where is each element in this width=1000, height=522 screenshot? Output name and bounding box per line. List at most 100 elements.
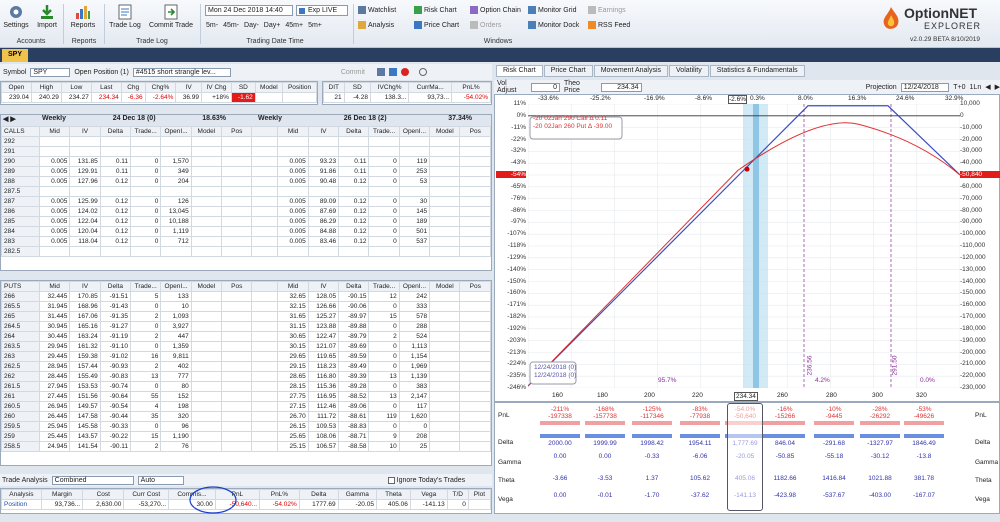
settings-icon[interactable]	[418, 68, 427, 76]
arrow-right-icon[interactable]: ▶	[995, 83, 1000, 91]
price-chart-link[interactable]: Price Chart	[414, 21, 459, 29]
call-cell	[398, 246, 431, 257]
call-cell: 145	[398, 206, 431, 217]
close-icon[interactable]	[400, 68, 409, 76]
reports-button[interactable]: Reports	[68, 4, 98, 29]
analysis-mode-dropdown[interactable]: Combined	[51, 475, 134, 485]
watchlist-link[interactable]: Watchlist	[358, 6, 396, 14]
projection-label: Projection	[865, 83, 897, 91]
tab-movement-analysis[interactable]: Movement Analysis	[593, 65, 669, 77]
table-row[interactable]: 292	[1, 136, 491, 147]
table-row[interactable]: 266 32.445 170.85 -91.51 5 133 32.65 128.05 -90.…	[1, 291, 491, 302]
analysis-link[interactable]: Analysis	[358, 21, 394, 29]
y-right-tick: -60,000	[960, 182, 983, 190]
orders-link[interactable]: Orders	[470, 21, 501, 29]
ignore-trades-checkbox[interactable]: Ignore Today's Trades	[387, 476, 465, 484]
step-45m-back[interactable]: 45m-	[223, 22, 239, 29]
commit-button[interactable]: Commit	[341, 69, 365, 76]
step-5m-forward[interactable]: 5m+	[308, 22, 322, 29]
put-cell	[459, 291, 491, 302]
reports-label: Reports	[70, 22, 96, 29]
table-row[interactable]: 258.5 24.945 141.54 -90.11 2 76 25.15 106.57 -88…	[1, 441, 491, 452]
step-45m-forward[interactable]: 45m+	[285, 22, 303, 29]
put-cell: -90.83	[99, 371, 132, 382]
y-left-tick: -171%	[507, 301, 526, 309]
y-left-tick: -224%	[507, 360, 526, 368]
rss-feed-link[interactable]: RSS Feed	[588, 21, 630, 29]
exp-dropdown[interactable]: Exp LIVE	[296, 5, 348, 16]
spacer-cell	[251, 361, 279, 372]
table-row[interactable]: Position 93,736... 2,630.00 -53,270... 30.00…	[1, 499, 492, 510]
delta-bar	[904, 434, 944, 438]
table-row[interactable]: 285 0.005 122.04 0.12 0 10,188 0.005 86.29 0.12 0…	[1, 216, 491, 227]
projection-date[interactable]: 12/24/2018	[900, 82, 950, 92]
time-step-buttons: 5m- 45m- Day- Day+ 45m+ 5m+	[206, 22, 322, 29]
tab-volatility[interactable]: Volatility	[669, 65, 709, 77]
tab-price-chart[interactable]: Price Chart	[543, 65, 593, 77]
table-row[interactable]: 290 0.005 131.85 0.11 0 1,570 0.005 93.23 0.11 0 1…	[1, 156, 491, 167]
table-row[interactable]: 263 29.445 159.38 -91.02 16 9,811 29.65 119.65-…	[1, 351, 491, 362]
table-row[interactable]: 287.5	[1, 186, 491, 197]
put-cell	[190, 381, 223, 392]
table-row[interactable]: 288 0.005 127.96 0.12 0 204 0.005 90.48 0.12 0 53	[1, 176, 491, 187]
call-cell	[221, 176, 253, 187]
risk-chart-link[interactable]: Risk Chart	[414, 6, 457, 14]
option-chain-link[interactable]: Option Chain	[470, 6, 521, 14]
table-row[interactable]: 265.5 31.945 168.96 -91.43 0 10 32.15 126.66 -90…	[1, 301, 491, 312]
put-cell: 147.58	[69, 411, 101, 422]
theo-price-input[interactable]: 234.34	[600, 82, 642, 92]
step-5m-back[interactable]: 5m-	[206, 22, 218, 29]
zoom-icon[interactable]	[376, 68, 385, 76]
call-cell: 0	[368, 236, 400, 247]
table-row[interactable]: 286 0.005 124.02 0.12 0 13,045 0.005 87.69 0.12 0…	[1, 206, 491, 217]
trade-header: Gamma	[337, 489, 377, 500]
table-row[interactable]: 265 31.445 167.06 -91.35 2 1,093 31.65 125.27 -8…	[1, 311, 491, 322]
earnings-link[interactable]: Earnings	[588, 6, 626, 14]
arrow-left-icon[interactable]: ◀	[985, 83, 990, 91]
vol-adjust-input[interactable]: 0	[530, 82, 560, 92]
chain-nav-arrows[interactable]: ◀ ▶	[1, 115, 39, 126]
tab-statistics[interactable]: Statistics & Fundamentals	[709, 65, 805, 77]
exp-mode-icon	[299, 7, 305, 14]
top-pct-label: 24.6%	[896, 95, 915, 102]
step-day-back[interactable]: Day-	[244, 22, 259, 29]
monitor-dock-link[interactable]: Monitor Dock	[528, 21, 579, 29]
table-row[interactable]: 289 0.005 129.91 0.11 0 349 0.005 91.86 0.11 0 253	[1, 166, 491, 177]
settings-button[interactable]: Settings	[2, 4, 30, 29]
table-row[interactable]: 291	[1, 146, 491, 157]
monitor-grid-link[interactable]: Monitor Grid	[528, 6, 577, 14]
table-row[interactable]: 259 25.445 143.57 -90.22 15 1,190 25.65 108.06-…	[1, 431, 491, 442]
auto-dropdown[interactable]: Auto	[137, 475, 184, 485]
table-row[interactable]: 263.5 29.945 161.32 -91.10 0 1,359 30.15 121.07…	[1, 341, 491, 352]
commit-trade-button[interactable]: Commit Trade	[148, 4, 194, 29]
position-dropdown[interactable]: #4515 short strangle lev...	[132, 67, 231, 77]
put-cell	[429, 401, 461, 412]
table-row[interactable]: 259.5 25.945 145.58 -90.33 0 96 26.15 109.53 -88…	[1, 421, 491, 432]
trading-date-field[interactable]: Mon 24 Dec 2018 14:40	[205, 5, 293, 16]
table-row[interactable]: 262.5 28.945 157.44 -90.93 2 402 29.15 118.23 -8…	[1, 361, 491, 372]
table-row[interactable]: 261 27.445 151.56 -90.64 55 152 27.75 116.95 -88…	[1, 391, 491, 402]
tab-risk-chart[interactable]: Risk Chart	[496, 65, 543, 77]
import-button[interactable]: Import	[34, 4, 60, 29]
symbol-input[interactable]: SPY	[30, 67, 71, 77]
table-row[interactable]: 262 28.445 155.49 -90.83 13 777 28.65 116.80 -89…	[1, 371, 491, 382]
table-row[interactable]: 282.5	[1, 246, 491, 257]
table-row[interactable]: 283 0.005 118.04 0.12 0 712 0.005 83.46 0.12 0 537	[1, 236, 491, 247]
table-row[interactable]: 284 0.005 120.04 0.12 0 1,119 0.005 84.88 0.12 0 5…	[1, 226, 491, 237]
tab-spy[interactable]: SPY	[2, 49, 29, 62]
put-cell: 1,113	[398, 341, 431, 352]
step-day-forward[interactable]: Day+	[264, 22, 281, 29]
call-cell: 0.11	[338, 166, 370, 177]
grid-icon[interactable]	[388, 68, 397, 76]
calls-right-header: IV	[307, 126, 340, 137]
table-row[interactable]: 264 30.445 163.24 -91.19 2 447 30.65 122.47 -89.…	[1, 331, 491, 342]
step-dropdown[interactable]: 1Ln	[970, 84, 982, 91]
put-cell: 117	[398, 401, 431, 412]
table-row[interactable]: 261.5 27.945 153.53 -90.74 0 80 28.15 115.36 -89…	[1, 381, 491, 392]
table-row[interactable]: 264.5 30.945 165.16 -91.27 0 3,927 31.15 123.88…	[1, 321, 491, 332]
trade-log-button[interactable]: Trade Log	[108, 4, 142, 29]
table-row[interactable]: 287 0.005 125.99 0.12 0 126 0.005 89.09 0.12 0 30	[1, 196, 491, 207]
strike-cell: 285	[1, 216, 40, 227]
table-row[interactable]: 260.5 26.945 149.57 -90.54 4 198 27.15 112.46 -8…	[1, 401, 491, 412]
table-row[interactable]: 260 26.445 147.58 -90.44 35 320 26.70 111.72 -88…	[1, 411, 491, 422]
